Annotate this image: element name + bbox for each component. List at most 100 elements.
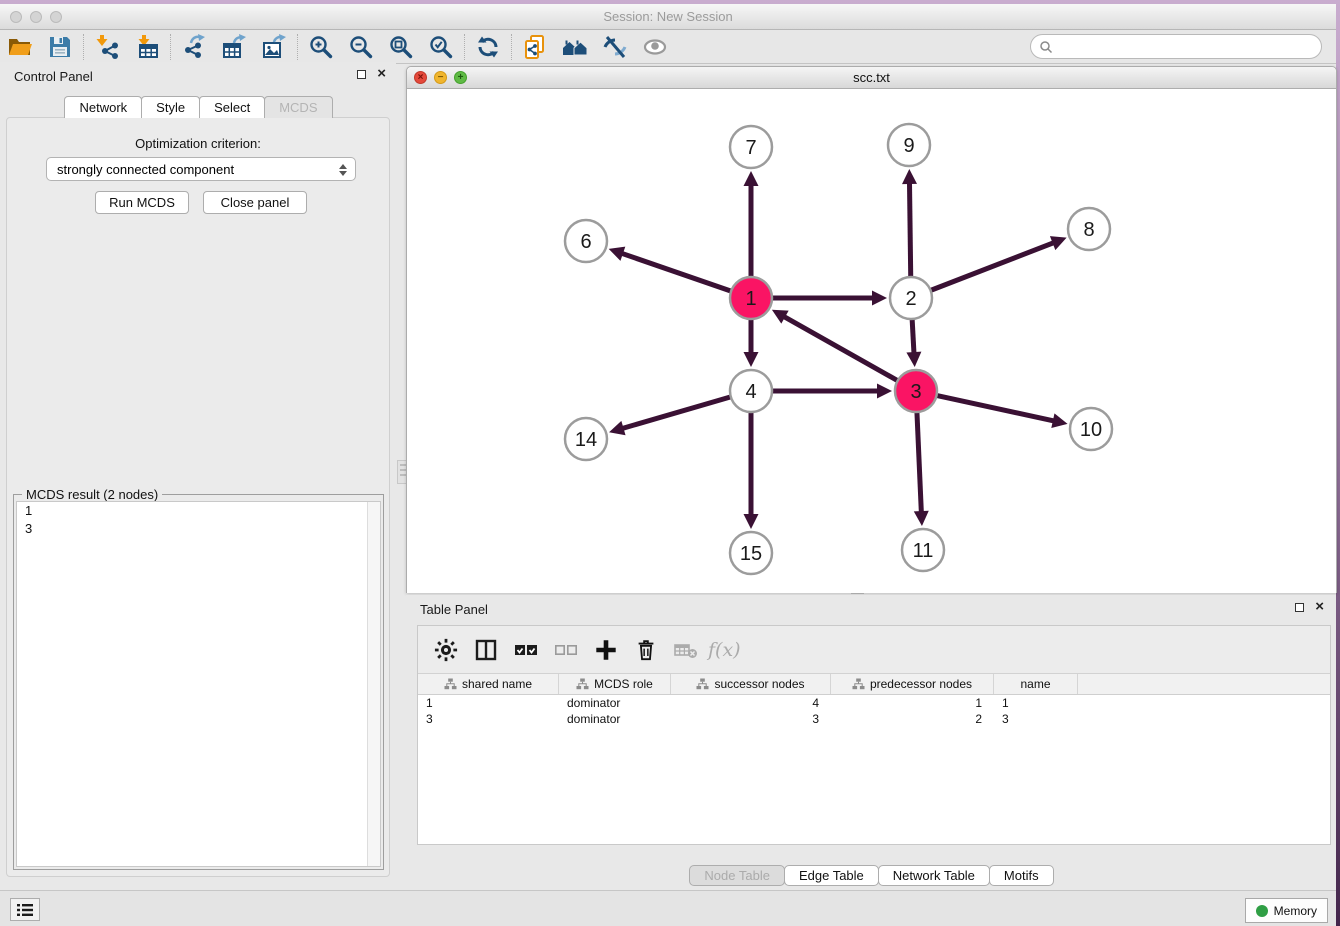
toolbar-separator	[297, 34, 298, 60]
node-label-9: 9	[903, 135, 914, 157]
panel-layout-icon[interactable]	[468, 632, 504, 668]
table-cell[interactable]: 3	[418, 711, 559, 727]
tab-network-table[interactable]: Network Table	[878, 865, 990, 886]
task-history-button[interactable]	[10, 898, 40, 921]
network-canvas[interactable]: 7968124314101511	[407, 89, 1336, 593]
attribute-settings-icon[interactable]	[428, 632, 464, 668]
memory-button[interactable]: Memory	[1245, 898, 1328, 923]
main-toolbar	[0, 30, 1336, 64]
search-box[interactable]	[1030, 34, 1322, 59]
memory-label: Memory	[1274, 904, 1317, 918]
node-label-2: 2	[905, 288, 916, 310]
search-icon	[1039, 40, 1053, 54]
optimization-criterion-select[interactable]: strongly connected component	[46, 157, 356, 181]
open-session-icon[interactable]	[0, 32, 40, 62]
node-label-6: 6	[580, 231, 591, 253]
export-table-icon[interactable]	[214, 32, 254, 62]
table-body: 1dominator4113dominator323	[418, 695, 1330, 844]
graph-edge-2-3[interactable]	[912, 316, 914, 356]
edge-arrowhead	[744, 352, 759, 367]
node-label-7: 7	[745, 137, 756, 159]
table-cell[interactable]: 4	[671, 695, 831, 711]
run-mcds-button[interactable]: Run MCDS	[95, 191, 189, 214]
import-network-from-file-icon[interactable]	[87, 32, 127, 62]
tab-style[interactable]: Style	[141, 96, 200, 118]
function-builder-icon[interactable]: f(x)	[708, 639, 741, 661]
export-network-icon[interactable]	[174, 32, 214, 62]
close-panel-icon[interactable]: ×	[1315, 598, 1324, 616]
zoom-selected-region-icon[interactable]	[421, 32, 461, 62]
node-label-3: 3	[910, 381, 921, 403]
tab-network[interactable]: Network	[64, 96, 142, 118]
zoom-in-icon[interactable]	[301, 32, 341, 62]
graph-edge-3-1[interactable]	[781, 315, 900, 382]
table-cell[interactable]: 2	[831, 711, 994, 727]
table-row[interactable]: 3dominator323	[418, 711, 1330, 727]
close-panel-icon[interactable]: ×	[377, 65, 386, 83]
float-panel-icon[interactable]	[1295, 603, 1304, 612]
select-all-icon[interactable]	[508, 632, 544, 668]
delete-columns-icon[interactable]	[628, 632, 664, 668]
tab-select[interactable]: Select	[199, 96, 265, 118]
zoom-out-icon[interactable]	[341, 32, 381, 62]
graph-edge-2-8[interactable]	[928, 242, 1057, 292]
new-network-from-file-icon[interactable]	[515, 32, 555, 62]
search-input[interactable]	[1053, 40, 1321, 54]
window-title: Session: New Session	[0, 9, 1336, 24]
float-panel-icon[interactable]	[357, 70, 366, 79]
import-table-from-file-icon[interactable]	[127, 32, 167, 62]
edge-arrowhead	[872, 291, 887, 306]
table-cell[interactable]: 3	[994, 711, 1078, 727]
network-graph[interactable]: 7968124314101511	[407, 89, 1336, 593]
tab-motifs[interactable]: Motifs	[989, 865, 1054, 886]
table-cell[interactable]: 3	[671, 711, 831, 727]
toolbar-separator	[464, 34, 465, 60]
control-panel-tabs: NetworkStyleSelectMCDS	[0, 96, 396, 118]
table-cell[interactable]: 1	[831, 695, 994, 711]
graph-edge-2-9[interactable]	[909, 180, 910, 280]
mcds-result-list[interactable]: 13	[16, 501, 381, 867]
delete-table-icon[interactable]	[668, 632, 704, 668]
column-header-MCDS-role[interactable]: MCDS role	[559, 674, 671, 694]
table-cell[interactable]: dominator	[559, 711, 671, 727]
edge-arrowhead	[877, 384, 892, 399]
table-cell[interactable]: 1	[994, 695, 1078, 711]
edge-arrowhead	[914, 511, 929, 526]
create-column-icon[interactable]	[588, 632, 624, 668]
edge-arrowhead	[609, 247, 626, 261]
mcds-panel: Optimization criterion: strongly connect…	[6, 117, 390, 877]
control-panel-header: Control Panel ×	[0, 62, 396, 88]
tab-mcds[interactable]: MCDS	[264, 96, 332, 118]
tab-edge-table[interactable]: Edge Table	[784, 865, 879, 886]
graph-edge-4-14[interactable]	[620, 396, 734, 429]
graph-edge-3-11[interactable]	[917, 409, 922, 515]
first-neighbors-icon[interactable]	[555, 32, 595, 62]
zoom-fit-content-icon[interactable]	[381, 32, 421, 62]
control-panel-title: Control Panel	[14, 69, 93, 84]
column-type-icon	[696, 678, 709, 690]
scrollbar[interactable]	[367, 502, 380, 866]
deselect-all-icon[interactable]	[548, 632, 584, 668]
network-window-titlebar[interactable]: × − + scc.txt	[407, 67, 1336, 89]
edge-arrowhead	[1051, 413, 1067, 428]
table-cell[interactable]: dominator	[559, 695, 671, 711]
column-header-successor-nodes[interactable]: successor nodes	[671, 674, 831, 694]
save-session-icon[interactable]	[40, 32, 80, 62]
apply-preferred-layout-icon[interactable]	[468, 32, 508, 62]
tab-node-table[interactable]: Node Table	[689, 865, 785, 886]
export-image-icon[interactable]	[254, 32, 294, 62]
graph-edge-1-6[interactable]	[619, 252, 734, 292]
table-cell[interactable]: 1	[418, 695, 559, 711]
show-graphics-details-icon[interactable]	[635, 32, 675, 62]
column-header-predecessor-nodes[interactable]: predecessor nodes	[831, 674, 994, 694]
column-header-name[interactable]: name	[994, 674, 1078, 694]
column-header-shared-name[interactable]: shared name	[418, 674, 559, 694]
hide-visual-mapping-icon[interactable]	[595, 32, 635, 62]
network-view-window: × − + scc.txt 7968124314101511	[406, 66, 1337, 593]
optimization-criterion-label: Optimization criterion:	[7, 136, 389, 151]
table-row[interactable]: 1dominator411	[418, 695, 1330, 711]
edge-arrowhead	[744, 171, 759, 186]
close-panel-button[interactable]: Close panel	[203, 191, 307, 214]
graph-edge-3-10[interactable]	[934, 395, 1057, 422]
table-panel-title: Table Panel	[420, 602, 488, 617]
